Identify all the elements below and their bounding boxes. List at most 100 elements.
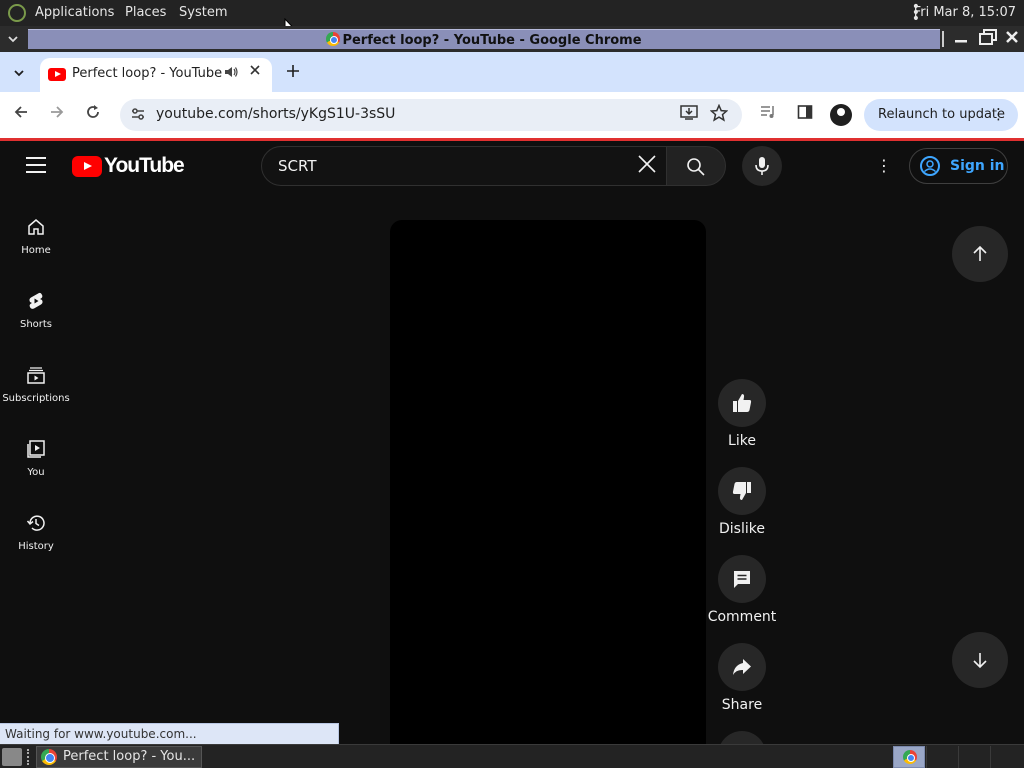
sign-in-label: Sign in [950, 158, 1005, 174]
more-action [706, 731, 778, 744]
chrome-logo-icon [326, 32, 341, 46]
voice-search-button[interactable] [742, 146, 782, 186]
site-info-tune-icon[interactable] [130, 106, 146, 126]
side-panel-icon[interactable] [794, 104, 816, 126]
forward-arrow-icon[interactable] [46, 104, 68, 126]
workspace-2[interactable] [926, 746, 958, 768]
tab-active[interactable]: Perfect loop? - YouTube [40, 58, 272, 92]
arrow-down-icon [973, 653, 987, 669]
close-tab-icon[interactable] [248, 63, 262, 81]
window-title: Perfect loop? - YouTube - Google Chrome [342, 33, 642, 48]
workspace-1[interactable] [893, 746, 925, 768]
youtube-favicon-icon [48, 68, 66, 81]
clock[interactable]: Fri Mar 8, 15:07 [914, 5, 1016, 20]
taskbar-item-chrome[interactable]: Perfect loop? - You... [36, 746, 202, 768]
comment-icon [734, 571, 750, 588]
taskbar-handle [27, 749, 32, 765]
search-icon [687, 158, 705, 176]
dislike-label: Dislike [719, 521, 765, 537]
like-button[interactable] [718, 379, 766, 427]
search-input-value[interactable]: SCRT [278, 157, 317, 175]
tab-title: Perfect loop? - YouTube [72, 66, 223, 81]
search-input[interactable]: SCRT [261, 146, 667, 186]
chrome-menu-kebab-icon[interactable]: ⋮ [991, 105, 1006, 123]
window-title-area[interactable]: Perfect loop? - YouTube - Google Chrome [28, 29, 940, 49]
sidebar-item-label: Home [21, 245, 51, 256]
sidebar-item-subscriptions[interactable]: Subscriptions [0, 365, 72, 435]
back-arrow-icon[interactable] [10, 104, 32, 126]
os-top-panel: Applications Places System • • • Fri Mar 8… [0, 0, 1024, 26]
previous-short-button[interactable] [952, 226, 1008, 282]
window-titlebar: Perfect loop? - YouTube - Google Chrome [0, 26, 1024, 52]
os-taskbar: Perfect loop? - You... [0, 744, 1024, 768]
hamburger-menu-icon[interactable] [26, 157, 46, 173]
workspace-4[interactable] [990, 746, 1022, 768]
url-text[interactable]: youtube.com/shorts/yKgS1U-3sSU [156, 106, 395, 122]
chrome-logo-icon [903, 750, 917, 764]
tab-search-chevron-icon[interactable] [6, 60, 32, 86]
search-button[interactable] [666, 146, 726, 186]
youtube-header: YouTube SCRT ⋮ Sign in [0, 141, 1024, 193]
tab-strip: Perfect loop? - YouTube [0, 52, 1024, 92]
more-actions-button[interactable] [718, 731, 766, 744]
history-icon [26, 515, 45, 531]
like-label: Like [728, 433, 756, 449]
settings-kebab-icon[interactable]: ⋮ [876, 156, 892, 175]
address-bar[interactable]: youtube.com/shorts/yKgS1U-3sSU [120, 99, 742, 131]
os-logo-icon[interactable] [8, 4, 26, 22]
relaunch-to-update-button[interactable]: Relaunch to update ⋮ [864, 99, 1018, 131]
new-tab-plus-icon[interactable] [282, 60, 304, 82]
minimize-icon[interactable] [951, 29, 971, 49]
status-bubble: Waiting for www.youtube.com... [0, 723, 339, 744]
share-icon [733, 659, 751, 675]
dislike-button[interactable] [718, 467, 766, 515]
window-menu-chevron-icon[interactable] [0, 26, 26, 52]
system-menu[interactable]: System [179, 5, 227, 20]
media-control-icon[interactable] [758, 104, 780, 126]
microphone-icon [755, 157, 769, 175]
sign-in-button[interactable]: Sign in [909, 148, 1008, 184]
share-button[interactable] [718, 643, 766, 691]
speaker-icon[interactable] [224, 65, 238, 83]
thumbs-up-icon [733, 394, 752, 412]
comment-button[interactable] [718, 555, 766, 603]
youtube-wordmark[interactable]: YouTube [104, 154, 185, 178]
chrome-logo-icon [41, 749, 57, 765]
sidebar-item-home[interactable]: Home [0, 217, 72, 287]
maximize-icon[interactable] [978, 29, 998, 49]
places-menu[interactable]: Places [125, 5, 166, 20]
taskbar-item-label: Perfect loop? - You... [63, 749, 196, 764]
shorts-video-player[interactable] [390, 220, 706, 744]
sidebar-item-shorts[interactable]: Shorts [0, 291, 72, 361]
you-icon [27, 440, 45, 458]
profile-avatar-icon[interactable] [830, 104, 852, 126]
shorts-icon [29, 292, 43, 309]
relaunch-label: Relaunch to update [878, 107, 1006, 122]
next-short-button[interactable] [952, 632, 1008, 688]
sidebar-item-label: History [18, 541, 54, 552]
reload-icon[interactable] [82, 104, 104, 126]
youtube-logo-icon[interactable] [72, 156, 102, 177]
clear-search-icon[interactable] [636, 153, 658, 181]
workspace-3[interactable] [958, 746, 990, 768]
install-app-icon[interactable] [680, 105, 698, 125]
titlebar-divider [942, 31, 944, 47]
share-label: Share [721, 697, 763, 713]
bookmark-star-icon[interactable] [709, 103, 729, 127]
sidebar-item-label: Shorts [19, 319, 53, 330]
arrow-up-icon [973, 245, 987, 261]
sidebar-item-you[interactable]: You [0, 439, 72, 509]
status-text: Waiting for www.youtube.com... [5, 727, 197, 741]
browser-toolbar: youtube.com/shorts/yKgS1U-3sSU Relaunch … [0, 92, 1024, 138]
close-window-icon[interactable] [1002, 29, 1022, 49]
show-desktop-icon[interactable] [2, 748, 22, 766]
account-icon [920, 156, 940, 176]
sidebar-item-history[interactable]: History [0, 513, 72, 583]
thumbs-down-icon [732, 482, 751, 500]
applications-menu[interactable]: Applications [35, 5, 114, 20]
sidebar-item-label: Subscriptions [2, 393, 70, 404]
subscriptions-icon [27, 367, 45, 384]
comment-label: Comment [707, 609, 777, 625]
sidebar-item-label: You [27, 467, 45, 478]
home-icon [28, 219, 44, 235]
